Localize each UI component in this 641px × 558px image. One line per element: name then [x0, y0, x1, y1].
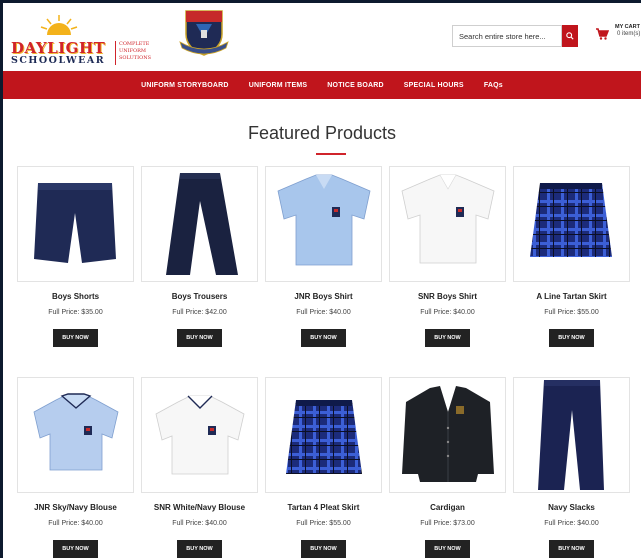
product-price: Full Price: $73.00 — [420, 520, 475, 527]
buy-now-button[interactable]: BUY NOW — [177, 329, 222, 347]
product-image[interactable] — [141, 166, 258, 282]
nav-notice-board[interactable]: NOTICE BOARD — [327, 82, 383, 89]
nav-uniform-items[interactable]: UNIFORM ITEMS — [249, 82, 308, 89]
navy-slacks-image — [538, 380, 604, 490]
product-price: Full Price: $42.00 — [172, 309, 227, 316]
buy-now-button[interactable]: BUY NOW — [425, 329, 470, 347]
cart-icon[interactable] — [595, 27, 609, 41]
product-name[interactable]: Boys Shorts — [17, 292, 134, 301]
nav-special-hours[interactable]: SPECIAL HOURS — [404, 82, 464, 89]
product-price: Full Price: $40.00 — [544, 520, 599, 527]
tartan-skirt-image — [530, 183, 612, 257]
buy-now-button[interactable]: BUY NOW — [549, 329, 594, 347]
product-name[interactable]: Boys Trousers — [141, 292, 258, 301]
trousers-image — [166, 173, 238, 275]
cardigan-image — [402, 386, 494, 482]
product-image[interactable] — [513, 166, 630, 282]
jnr-boys-shirt-image — [277, 174, 371, 266]
page: DAYLIGHT SCHOOLWEAR COMPLETE UNIFORM SOL… — [3, 3, 641, 558]
logo-divider — [115, 41, 116, 65]
jnr-blouse-image — [33, 393, 119, 471]
product-card[interactable]: Tartan 4 Pleat Skirt Full Price: $55.00 … — [265, 377, 382, 558]
buy-now-button[interactable]: BUY NOW — [425, 540, 470, 558]
sun-icon — [40, 15, 78, 35]
product-price: Full Price: $35.00 — [48, 309, 103, 316]
daylight-logo[interactable]: DAYLIGHT SCHOOLWEAR COMPLETE UNIFORM SOL… — [9, 9, 151, 66]
cart-count[interactable]: 0 item(s) — [617, 31, 640, 37]
search-input[interactable]: Search entire store here... — [452, 25, 562, 47]
buy-now-button[interactable]: BUY NOW — [301, 540, 346, 558]
buy-now-button[interactable]: BUY NOW — [301, 329, 346, 347]
product-card[interactable]: JNR Boys Shirt Full Price: $40.00 BUY NO… — [265, 166, 382, 352]
logo-subtitle: SCHOOLWEAR — [11, 55, 106, 66]
product-name[interactable]: Cardigan — [389, 503, 506, 512]
product-card[interactable]: SNR White/Navy Blouse Full Price: $40.00… — [141, 377, 258, 558]
product-name[interactable]: SNR Boys Shirt — [389, 292, 506, 301]
product-price: Full Price: $55.00 — [296, 520, 351, 527]
search-button[interactable] — [562, 25, 578, 47]
product-card[interactable]: Cardigan Full Price: $73.00 BUY NOW — [389, 377, 506, 558]
snr-blouse-image — [155, 395, 245, 475]
snr-boys-shirt-image — [401, 174, 495, 264]
main-nav: UNIFORM STORYBOARD UNIFORM ITEMS NOTICE … — [3, 71, 641, 99]
buy-now-button[interactable]: BUY NOW — [177, 540, 222, 558]
product-price: Full Price: $55.00 — [544, 309, 599, 316]
pleat-skirt-image — [286, 400, 362, 474]
product-name[interactable]: A Line Tartan Skirt — [513, 292, 630, 301]
product-image[interactable] — [389, 166, 506, 282]
product-image[interactable] — [389, 377, 506, 493]
product-image[interactable] — [17, 377, 134, 493]
product-name[interactable]: JNR Boys Shirt — [265, 292, 382, 301]
product-price: Full Price: $40.00 — [172, 520, 227, 527]
product-image[interactable] — [265, 377, 382, 493]
product-name[interactable]: Tartan 4 Pleat Skirt — [265, 503, 382, 512]
logo-tagline: COMPLETE UNIFORM SOLUTIONS — [119, 41, 151, 61]
nav-faqs[interactable]: FAQs — [484, 82, 503, 89]
product-price: Full Price: $40.00 — [420, 309, 475, 316]
cart-label[interactable]: MY CART — [615, 24, 640, 30]
product-name[interactable]: JNR Sky/Navy Blouse — [17, 503, 134, 512]
product-image[interactable] — [141, 377, 258, 493]
section-title: Featured Products — [247, 123, 397, 143]
buy-now-button[interactable]: BUY NOW — [53, 329, 98, 347]
product-card[interactable]: A Line Tartan Skirt Full Price: $55.00 B… — [513, 166, 630, 352]
product-image[interactable] — [17, 166, 134, 282]
nav-uniform-storyboard[interactable]: UNIFORM STORYBOARD — [141, 82, 229, 89]
product-card[interactable]: Navy Slacks Full Price: $40.00 BUY NOW — [513, 377, 630, 558]
buy-now-button[interactable]: BUY NOW — [53, 540, 98, 558]
product-card[interactable]: Boys Trousers Full Price: $42.00 BUY NOW — [141, 166, 258, 352]
product-name[interactable]: SNR White/Navy Blouse — [141, 503, 258, 512]
product-name[interactable]: Navy Slacks — [513, 503, 630, 512]
site-header: DAYLIGHT SCHOOLWEAR COMPLETE UNIFORM SOL… — [3, 3, 641, 71]
product-image[interactable] — [265, 166, 382, 282]
product-price: Full Price: $40.00 — [48, 520, 103, 527]
product-image[interactable] — [513, 377, 630, 493]
product-card[interactable]: Boys Shorts Full Price: $35.00 BUY NOW — [17, 166, 134, 352]
title-underline — [316, 153, 346, 155]
shorts-image — [34, 183, 116, 263]
school-crest-icon — [179, 10, 229, 56]
product-card[interactable]: JNR Sky/Navy Blouse Full Price: $40.00 B… — [17, 377, 134, 558]
product-price: Full Price: $40.00 — [296, 309, 351, 316]
buy-now-button[interactable]: BUY NOW — [549, 540, 594, 558]
search-icon — [566, 32, 574, 40]
product-card[interactable]: SNR Boys Shirt Full Price: $40.00 BUY NO… — [389, 166, 506, 352]
